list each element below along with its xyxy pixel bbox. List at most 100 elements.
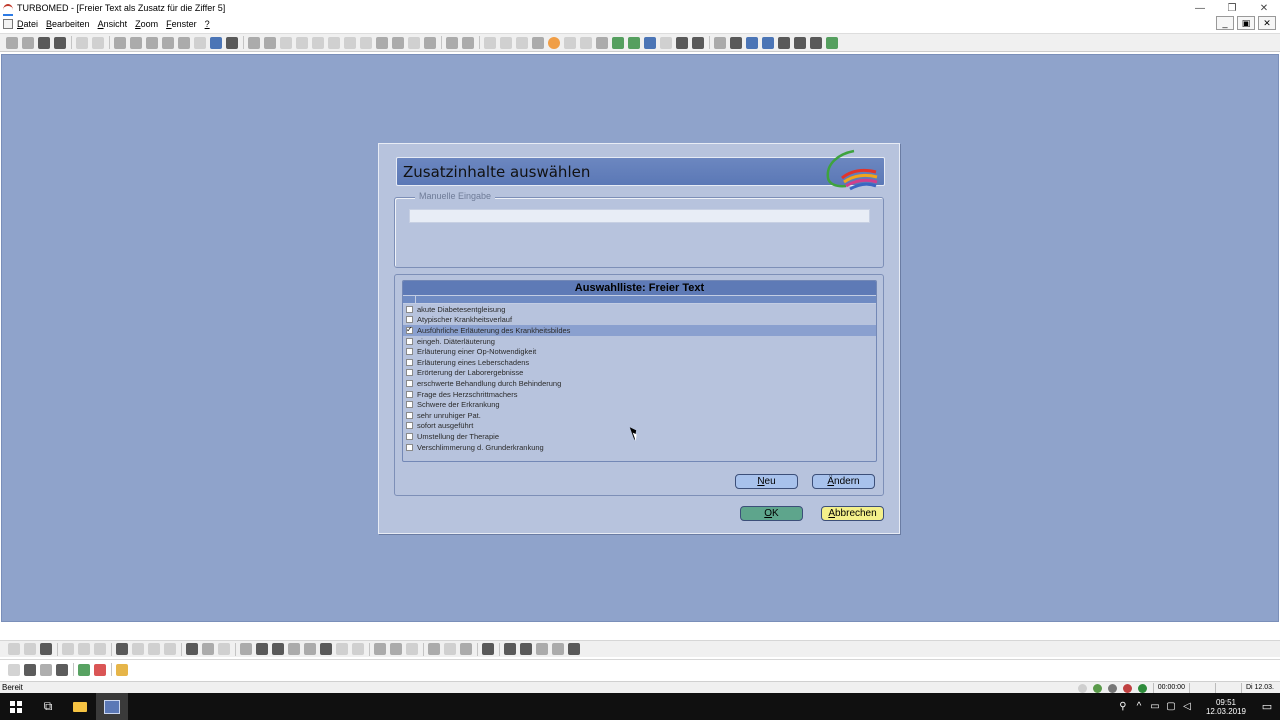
list-item-checkbox[interactable]	[406, 369, 413, 377]
import-icon[interactable]	[56, 663, 68, 676]
square-icon[interactable]	[692, 36, 704, 49]
list-item[interactable]: akute Diabetesentgleisung	[403, 304, 876, 315]
list-icon[interactable]	[194, 36, 206, 49]
chart-icon[interactable]	[264, 36, 276, 49]
page-bottom-icon[interactable]	[218, 643, 230, 655]
clock[interactable]: 09:51 12.03.2019	[1206, 698, 1246, 716]
forward-icon[interactable]	[22, 36, 34, 49]
menu-bearbeiten[interactable]: Bearbeiten	[46, 19, 90, 29]
dot-icon[interactable]	[730, 36, 742, 49]
au-icon[interactable]	[408, 36, 420, 49]
minimize-button[interactable]: —	[1184, 0, 1216, 16]
list-item[interactable]: Atypischer Krankheitsverlauf	[403, 315, 876, 326]
list-item-checkbox[interactable]	[406, 379, 413, 387]
find-icon[interactable]	[116, 643, 128, 655]
list-item-checkbox[interactable]	[406, 401, 413, 409]
add-icon[interactable]	[78, 663, 90, 676]
new-icon[interactable]	[8, 643, 20, 655]
record-icon[interactable]	[272, 643, 284, 655]
menu-ansicht[interactable]: Ansicht	[98, 19, 128, 29]
people-icon[interactable]: ⚲	[1118, 701, 1128, 712]
pen-icon[interactable]	[714, 36, 726, 49]
doc-scan-icon[interactable]	[8, 663, 20, 676]
list-item-checkbox[interactable]	[406, 390, 413, 398]
abc-icon[interactable]	[164, 643, 176, 655]
list-item[interactable]: Erläuterung einer Op-Notwendigkeit	[403, 346, 876, 357]
page-icon[interactable]	[328, 36, 340, 49]
colors-icon[interactable]	[116, 663, 128, 676]
arrow-right-icon[interactable]	[54, 36, 66, 49]
grid-icon[interactable]	[516, 36, 528, 49]
turbomed-taskbar-button[interactable]	[96, 693, 128, 720]
paste-icon[interactable]	[94, 643, 106, 655]
grid-bottom-icon[interactable]	[336, 643, 348, 655]
neu-button[interactable]: Neu	[735, 474, 798, 489]
rr-icon[interactable]	[352, 643, 364, 655]
sync-icon[interactable]	[564, 36, 576, 49]
network-icon[interactable]	[628, 36, 640, 49]
list-item-checkbox[interactable]	[406, 337, 413, 345]
battery-icon[interactable]: ▭	[1150, 701, 1160, 712]
letter-icon[interactable]	[162, 36, 174, 49]
list-item[interactable]: Frage des Herzschrittmachers	[403, 389, 876, 400]
web-icon[interactable]	[746, 36, 758, 49]
list-item[interactable]: Umstellung der Therapie	[403, 431, 876, 442]
dropdown-globe-icon[interactable]	[762, 36, 774, 49]
link-icon[interactable]	[312, 36, 324, 49]
list-item[interactable]: sehr unruhiger Pat.	[403, 410, 876, 421]
cut-icon[interactable]	[62, 643, 74, 655]
format-icon[interactable]	[552, 643, 564, 655]
menu-help[interactable]: ?	[205, 19, 210, 29]
branch-icon[interactable]	[444, 643, 456, 655]
cross-icon[interactable]	[460, 643, 472, 655]
green-app-icon[interactable]	[612, 36, 624, 49]
list-item-checkbox[interactable]	[406, 305, 413, 313]
patient-search-icon[interactable]	[92, 36, 104, 49]
list-item[interactable]: erschwerte Behandlung durch Behinderung	[403, 378, 876, 389]
table-bottom-icon[interactable]	[568, 643, 580, 655]
card-icon[interactable]	[114, 36, 126, 49]
print-bottom-icon[interactable]	[40, 643, 52, 655]
task-view-button[interactable]: ⧉	[32, 693, 64, 720]
sum-icon[interactable]	[520, 643, 532, 655]
form-icon[interactable]	[130, 36, 142, 49]
list-item-checkbox[interactable]	[406, 316, 413, 324]
menu-zoom[interactable]: Zoom	[135, 19, 158, 29]
aendern-button[interactable]: Ändern	[812, 474, 875, 489]
mail-icon[interactable]	[644, 36, 656, 49]
ok-button[interactable]: OK	[740, 506, 803, 521]
zoom-reset-icon[interactable]	[406, 643, 418, 655]
stop-icon[interactable]	[320, 643, 332, 655]
plus-box-icon[interactable]	[462, 36, 474, 49]
list-item[interactable]: Erläuterung eines Leberschadens	[403, 357, 876, 368]
menu-fenster[interactable]: Fenster	[166, 19, 197, 29]
hand-icon[interactable]	[676, 36, 688, 49]
monitor-icon[interactable]	[210, 36, 222, 49]
manual-entry-input[interactable]	[409, 209, 870, 223]
globe-icon[interactable]	[532, 36, 544, 49]
replace-icon[interactable]	[132, 643, 144, 655]
font-icon[interactable]	[504, 643, 516, 655]
ue-icon[interactable]	[344, 36, 356, 49]
preview-icon[interactable]	[24, 643, 36, 655]
scale-icon[interactable]	[280, 36, 292, 49]
refresh-icon[interactable]	[424, 36, 436, 49]
network-tray-icon[interactable]: ▢	[1166, 701, 1176, 712]
list-item-checkbox[interactable]	[406, 358, 413, 366]
list-item-checkbox[interactable]	[406, 348, 413, 356]
list-item[interactable]: Ausführliche Erläuterung des Krankheitsb…	[403, 325, 876, 336]
copy-icon[interactable]	[78, 643, 90, 655]
film-icon[interactable]	[304, 643, 316, 655]
export-icon[interactable]	[40, 663, 52, 676]
binoculars-icon[interactable]	[38, 36, 50, 49]
camera-icon[interactable]	[794, 36, 806, 49]
close-bottom-icon[interactable]	[482, 643, 494, 655]
mdi-restore-button[interactable]: ▣	[1237, 16, 1255, 30]
list-item[interactable]: sofort ausgeführt	[403, 421, 876, 432]
list-item[interactable]: eingeh. Diäterläuterung	[403, 336, 876, 347]
orange-circle-icon[interactable]	[548, 36, 560, 49]
list-item-checkbox[interactable]	[406, 411, 413, 419]
delete-icon[interactable]	[186, 643, 198, 655]
sort-icon[interactable]	[484, 36, 496, 49]
pin-icon[interactable]	[428, 643, 440, 655]
